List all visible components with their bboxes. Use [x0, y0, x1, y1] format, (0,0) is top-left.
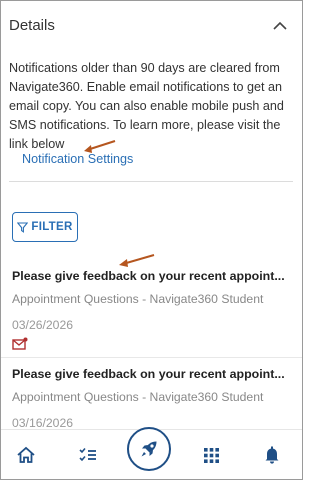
- filter-icon: [17, 221, 29, 233]
- details-header[interactable]: Details: [1, 1, 302, 49]
- notification-settings-link[interactable]: Notification Settings: [22, 152, 133, 166]
- notifications-panel: Details Notifications older than 90 days…: [0, 0, 303, 480]
- filter-label: FILTER: [31, 221, 73, 233]
- chevron-up-icon[interactable]: [270, 15, 290, 35]
- rocket-icon: [141, 441, 157, 457]
- home-icon: [17, 446, 35, 463]
- item-divider: [1, 357, 302, 358]
- details-title: Details: [9, 16, 55, 34]
- filter-button[interactable]: FILTER: [12, 212, 78, 242]
- notification-item[interactable]: Please give feedback on your recent appo…: [1, 269, 302, 359]
- notification-source: Appointment Questions - Navigate360 Stud…: [12, 390, 264, 404]
- annotation-arrow: [119, 254, 155, 267]
- nav-tasks[interactable]: [71, 430, 105, 479]
- nav-notifications[interactable]: [255, 430, 289, 479]
- mail-icon: [12, 337, 28, 350]
- notification-date: 03/26/2026: [12, 318, 73, 332]
- grid-icon: [203, 447, 219, 463]
- details-info-text: Notifications older than 90 days are cle…: [9, 61, 284, 151]
- notification-title: Please give feedback on your recent appo…: [12, 367, 285, 381]
- notification-title: Please give feedback on your recent appo…: [12, 269, 285, 283]
- nav-apps[interactable]: [194, 430, 228, 479]
- notification-date: 03/16/2026: [12, 416, 73, 430]
- notification-source: Appointment Questions - Navigate360 Stud…: [12, 292, 264, 306]
- bell-icon: [265, 446, 279, 464]
- checklist-icon: [79, 447, 96, 462]
- nav-home[interactable]: [9, 430, 43, 479]
- section-divider: [9, 181, 293, 182]
- nav-launch[interactable]: [127, 427, 171, 471]
